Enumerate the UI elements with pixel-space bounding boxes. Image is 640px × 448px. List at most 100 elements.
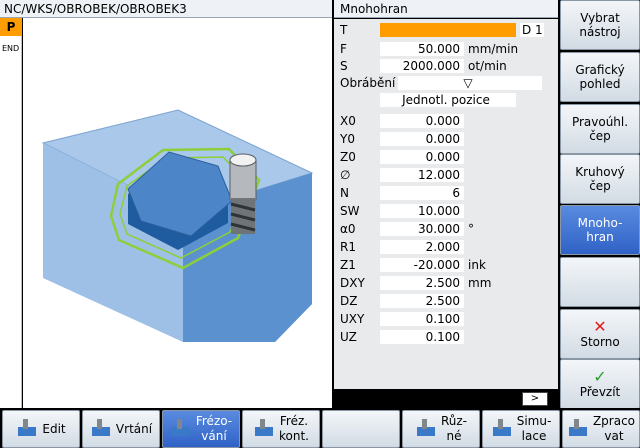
softkey-label-line1: Kruhový: [575, 165, 625, 179]
param-unit: °: [468, 222, 474, 236]
param-row: SW 10.000: [334, 204, 558, 218]
edit-button[interactable]: Edit: [2, 410, 80, 448]
program-list: P END: [0, 18, 22, 408]
program-path: NC/WKS/OBROBEK/OBROBEK3: [4, 2, 187, 16]
program-step-p[interactable]: P: [0, 18, 22, 36]
misc-button[interactable]: Růz-né: [402, 410, 480, 448]
softkey-label-line2: pohled: [579, 77, 621, 91]
param-row-t: T D 1: [334, 23, 558, 37]
param-label: ∅: [340, 168, 351, 182]
param-value-field[interactable]: 2.000: [380, 240, 464, 254]
param-row: R1 2.000: [334, 240, 558, 254]
position-mode-select[interactable]: Jednotl. pozice: [380, 93, 516, 107]
param-value-field[interactable]: 30.000: [380, 222, 464, 236]
param-value-field[interactable]: 12.000: [380, 168, 464, 182]
param-label: F: [340, 42, 347, 56]
param-label: R1: [340, 240, 356, 254]
speed-field[interactable]: 2000.000: [380, 59, 464, 73]
softkey-label-line1: Pravoúhl.: [571, 115, 629, 129]
param-label: UXY: [340, 312, 365, 326]
param-row: UXY 0.100: [334, 312, 558, 326]
softkey-label: Edit: [42, 421, 66, 436]
accept-button[interactable]: ✓ Převzít: [560, 359, 640, 409]
softkey-label: Převzít: [579, 385, 621, 399]
softkey-label-line1: Grafický: [575, 63, 625, 77]
circular-spigot-button[interactable]: Kruhový čep: [560, 154, 640, 204]
softkey-label-line2: hran: [586, 230, 614, 244]
param-label: N: [340, 186, 349, 200]
execute-icon: [567, 417, 589, 442]
param-value-field[interactable]: 10.000: [380, 204, 464, 218]
cancel-button[interactable]: ✕ Storno: [560, 309, 640, 359]
contour-milling-button[interactable]: Fréz. kont.: [242, 410, 320, 448]
vertical-softkeys: Vybrat nástroj Grafický pohled Pravoúhl. čep K…: [558, 0, 640, 409]
param-label: Z0: [340, 150, 356, 164]
param-label: T: [340, 23, 348, 37]
param-value-field[interactable]: 0.100: [380, 312, 464, 326]
softkey-label: Zpraco vat: [592, 414, 636, 443]
softkey-label-line1: Mnoho-: [577, 216, 623, 230]
param-row: α0 30.000 °: [334, 222, 558, 236]
vsoft-empty-button[interactable]: [560, 257, 640, 307]
d-number-field[interactable]: D 1: [520, 23, 544, 37]
softkey-label-line2: čep: [589, 129, 611, 143]
misc-icon: [415, 417, 437, 442]
graphic-view: [23, 18, 332, 408]
polygon-button[interactable]: Mnoho-hran: [560, 205, 640, 255]
param-row-s: S 2000.000 ot/min: [334, 59, 558, 73]
softkey-label-line2: nástroj: [579, 25, 621, 39]
rect-spigot-button[interactable]: Pravoúhl. čep: [560, 104, 640, 154]
tool-field[interactable]: [380, 23, 516, 37]
param-label: S: [340, 59, 348, 73]
param-row: Z1 -20.000 ink: [334, 258, 558, 272]
softkey-label: Storno: [580, 335, 620, 349]
edit-icon: [16, 417, 38, 442]
simulation-button[interactable]: Simu-lace: [482, 410, 560, 448]
softkey-label: Fréz. kont.: [279, 414, 309, 443]
param-label: Y0: [340, 132, 355, 146]
param-row-position: Jednotl. pozice: [334, 93, 558, 107]
cancel-icon: ✕: [593, 317, 607, 336]
param-label: α0: [340, 222, 356, 236]
param-label: Obrábění: [340, 76, 396, 90]
param-value-field[interactable]: 0.000: [380, 150, 464, 164]
param-value-field[interactable]: 2.500: [380, 276, 464, 290]
param-row-f: F 50.000 mm/min: [334, 42, 558, 56]
execute-button[interactable]: Zpraco vat: [562, 410, 640, 448]
simulation-icon: [491, 417, 513, 442]
program-end: END: [2, 44, 20, 53]
param-row-machining: Obrábění ▽: [334, 76, 558, 90]
param-value-field[interactable]: 2.500: [380, 294, 464, 308]
speed-unit: ot/min: [468, 59, 507, 73]
param-value-field[interactable]: 0.000: [380, 114, 464, 128]
softkey-label-line1: Vybrat: [580, 11, 620, 25]
horizontal-softkeys: Edit Vrtání Frézo-vání Fréz. kont. Růz-né Simu…: [0, 408, 640, 448]
accept-icon: ✓: [593, 367, 607, 386]
param-row: UZ 0.100: [334, 330, 558, 344]
param-row: ∅ 12.000: [334, 168, 558, 182]
cycle-title: Mnohohran: [340, 2, 408, 16]
param-value-field[interactable]: 0.100: [380, 330, 464, 344]
param-label: DZ: [340, 294, 358, 308]
graphic-view-button[interactable]: Grafický pohled: [560, 52, 640, 102]
scroll-right-button[interactable]: >: [522, 392, 548, 406]
drilling-button[interactable]: Vrtání: [82, 410, 160, 448]
feed-field[interactable]: 50.000: [380, 42, 464, 56]
param-label: UZ: [340, 330, 357, 344]
hsoft-empty-button[interactable]: [322, 410, 400, 448]
param-value-field[interactable]: 0.000: [380, 132, 464, 146]
select-tool-button[interactable]: Vybrat nástroj: [560, 0, 640, 50]
param-value-field[interactable]: 6: [380, 186, 464, 200]
milling-button[interactable]: Frézo-vání: [162, 410, 240, 448]
softkey-label: Růz-né: [440, 414, 468, 443]
param-label: Z1: [340, 258, 356, 272]
parameter-title-bar: Mnohohran: [334, 0, 558, 18]
param-row: DXY 2.500 mm: [334, 276, 558, 290]
param-value-field[interactable]: -20.000: [380, 258, 464, 272]
param-row: DZ 2.500: [334, 294, 558, 308]
softkey-label-line2: čep: [589, 179, 611, 193]
feed-unit: mm/min: [468, 42, 519, 56]
parameter-panel: T D 1 F 50.000 mm/min S 2000.000 ot/min …: [334, 19, 558, 389]
help-graphic: [41, 109, 314, 342]
machining-select[interactable]: ▽: [398, 76, 542, 90]
